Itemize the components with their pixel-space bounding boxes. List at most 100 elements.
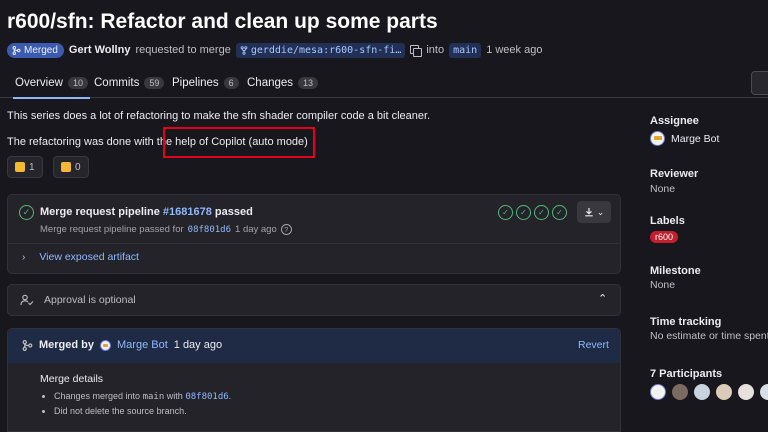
status-badge: Merged [7,42,64,58]
mr-meta: Merged Gert Wollny requested to merge ge… [7,42,542,58]
participants-list [650,384,768,400]
detail-text: with [166,391,183,401]
approval-row: Approval is optional [20,294,136,306]
commit-sha-link[interactable]: 08f801d6 [188,225,231,235]
avatar[interactable] [716,384,732,400]
pipeline-subtitle: Merge request pipeline passed for 08f801… [40,224,292,235]
thumbs-up-count: 1 [29,161,35,173]
tab-label: Overview [15,77,63,89]
merged-time: 1 day ago [173,339,223,351]
source-branch-label: gerddie/mesa:r600-sfn-fi… [250,44,402,56]
target-branch[interactable]: main [449,42,482,58]
reviewer-label: Reviewer [650,168,699,180]
page-title: r600/sfn: Refactor and clean up some par… [7,10,438,33]
tab-label: Changes [247,77,294,89]
help-icon[interactable]: ? [280,224,292,235]
avatar[interactable] [672,384,688,400]
approval-text: Approval is optional [44,294,136,306]
stage-passed-icon[interactable]: ✓ [534,205,549,220]
merged-by-link[interactable]: Marge Bot [117,339,168,351]
avatar[interactable] [760,384,768,400]
requested-text: requested to merge [135,44,231,56]
tab-count: 10 [67,77,88,89]
list-item: Did not delete the source branch. [54,404,231,418]
tab-changes[interactable]: Changes 13 [247,68,319,98]
assignee-name: Marge Bot [671,132,720,145]
status-success-icon: ✓ [19,205,34,220]
merge-details-title: Merge details [40,373,104,385]
fork-icon [240,45,248,55]
label-chip[interactable]: r600 [650,231,679,243]
tab-label: Commits [94,77,140,89]
tab-commits[interactable]: Commits 59 [94,68,165,98]
description-line-1: This series does a lot of refactoring to… [7,110,431,122]
time-ago: 1 week ago [486,44,543,56]
view-artifact-link[interactable]: View exposed artifact [39,251,139,263]
thumbs-up-icon [15,162,25,172]
artifact-row[interactable]: › View exposed artifact [22,251,139,263]
merge-icon [12,45,21,55]
download-artifacts-button[interactable]: ⌄ [577,201,611,223]
tab-count: 13 [298,77,319,89]
chevron-up-icon[interactable]: ⌃ [598,292,607,305]
pipeline-stages: ✓ ✓ ✓ ✓ [498,205,570,220]
divider [8,243,620,244]
stage-passed-icon[interactable]: ✓ [552,205,567,220]
chevron-right-icon[interactable]: › [22,252,25,263]
avatar [100,339,112,351]
assignee-row[interactable]: Marge Bot [650,131,719,146]
status-badge-label: Merged [24,44,58,56]
milestone-label: Milestone [650,265,701,277]
thumbs-down-count: 0 [75,161,81,173]
time-tracking-label: Time tracking [650,316,722,328]
pipeline-widget: ✓ Merge request pipeline #1681678 passed… [7,194,621,274]
commit-sha-link[interactable]: 08f801d6 [185,392,228,402]
tab-overview[interactable]: Overview 10 [13,68,90,99]
pipeline-status: passed [214,206,253,218]
sidebar-toggle-button[interactable] [751,71,768,95]
tab-label: Pipelines [172,77,219,89]
into-text: into [426,44,445,56]
list-item: Changes merged into main with 08f801d6. [54,389,231,404]
download-icon [585,208,593,217]
reviewer-value: None [650,183,676,195]
merged-widget: Merged by Marge Bot 1 day ago Revert Mer… [7,328,621,432]
detail-text: Changes merged into [54,391,141,401]
merged-title: Merged by Marge Bot 1 day ago [22,339,222,351]
milestone-value: None [650,279,676,291]
time-tracking-value: No estimate or time spent [650,330,768,342]
merge-icon [22,339,33,351]
avatar [650,131,665,146]
thumbs-up-button[interactable]: 1 [7,156,43,178]
thumbs-down-icon [61,162,71,172]
author-link[interactable]: Gert Wollny [69,44,131,56]
thumbs-down-button[interactable]: 0 [53,156,89,178]
pipeline-sub-prefix: Merge request pipeline passed for [40,224,184,235]
highlight-annotation [163,127,315,158]
approval-icon [20,294,34,306]
pipeline-title-prefix: Merge request pipeline [40,206,160,218]
approval-widget: Approval is optional ⌃ [7,284,621,316]
merged-prefix: Merged by [39,339,95,351]
stage-passed-icon[interactable]: ✓ [516,205,531,220]
pipeline-id-link[interactable]: #1681678 [163,206,212,218]
detail-branch: main [142,392,165,402]
tab-bar: Overview 10 Commits 59 Pipelines 6 Chang… [0,68,768,99]
merge-details-list: Changes merged into main with 08f801d6. … [54,389,231,418]
participants-label: 7 Participants [650,368,723,380]
pipeline-time: 1 day ago [235,224,277,235]
assignee-label: Assignee [650,115,699,127]
chevron-down-icon: ⌄ [596,206,605,217]
tab-count: 6 [223,77,239,89]
tab-pipelines[interactable]: Pipelines 6 [172,68,239,98]
tab-count: 59 [144,77,165,89]
labels-label: Labels [650,215,685,227]
avatar[interactable] [738,384,754,400]
stage-passed-icon[interactable]: ✓ [498,205,513,220]
source-branch[interactable]: gerddie/mesa:r600-sfn-fi… [235,42,406,58]
avatar[interactable] [694,384,710,400]
pipeline-title: Merge request pipeline #1681678 passed [40,206,253,218]
copy-icon[interactable] [410,44,423,57]
avatar[interactable] [650,384,666,400]
revert-button[interactable]: Revert [578,339,609,351]
